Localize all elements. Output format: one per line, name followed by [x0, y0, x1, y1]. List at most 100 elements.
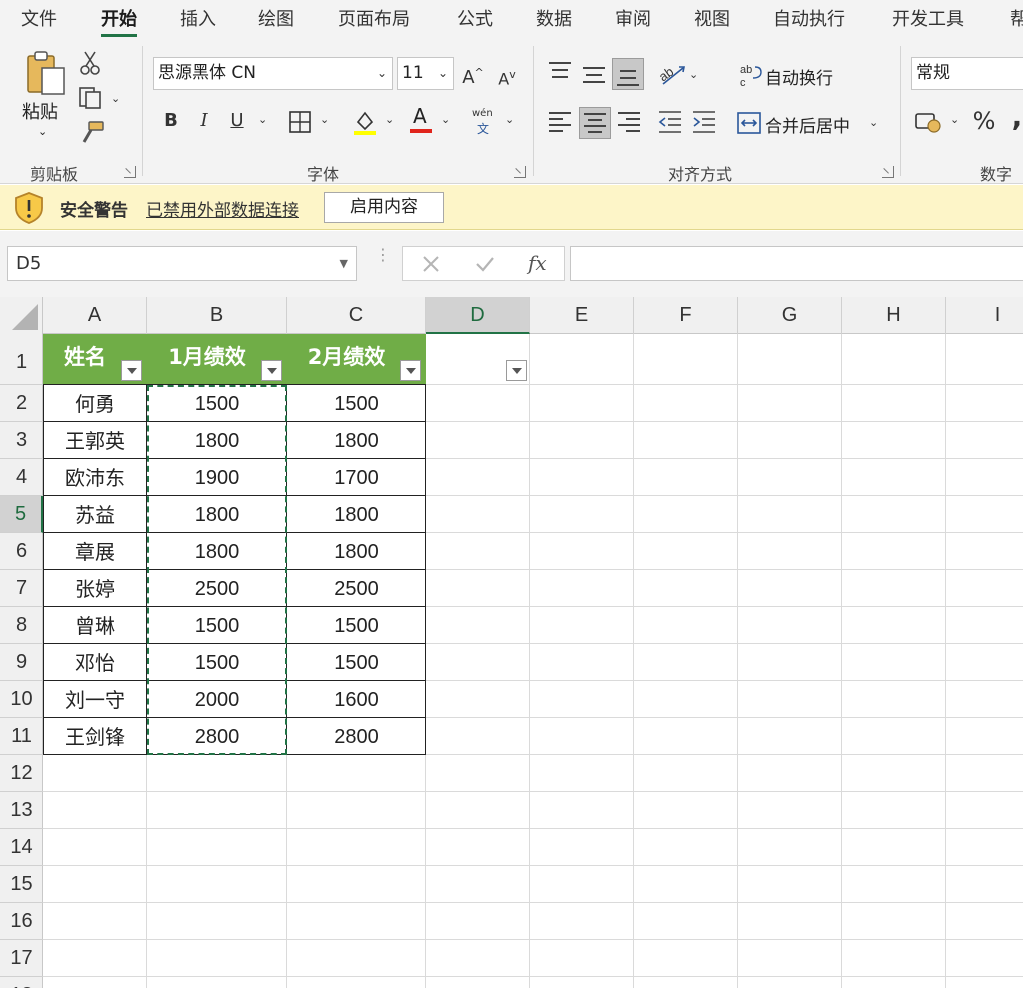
score-cell[interactable]: 2800 [287, 718, 426, 755]
fill-color-icon[interactable] [352, 108, 380, 136]
tab-view[interactable]: 视图 [694, 5, 730, 31]
accounting-format-icon[interactable] [914, 110, 942, 134]
decrease-font-size-icon[interactable]: Av [493, 60, 521, 94]
score-cell[interactable]: 1500 [147, 644, 287, 681]
tab-developer[interactable]: 开发工具 [892, 5, 964, 31]
column-header-e[interactable]: E [530, 297, 634, 334]
format-painter-icon[interactable] [79, 120, 105, 146]
dialog-launcher-icon[interactable] [124, 166, 136, 178]
dialog-launcher-icon[interactable] [514, 166, 526, 178]
paste-button[interactable]: 粘贴 ⌄ [18, 48, 70, 153]
formula-input[interactable] [570, 246, 1023, 281]
chevron-down-icon[interactable]: ⌄ [320, 113, 329, 126]
align-middle-icon[interactable] [583, 64, 607, 86]
font-name-select[interactable]: 思源黑体 CN ⌄ [153, 57, 393, 90]
tab-file[interactable]: 文件 [21, 5, 57, 31]
insert-function-icon[interactable]: fx [528, 251, 547, 275]
score-cell[interactable]: 1700 [287, 459, 426, 496]
tab-automate[interactable]: 自动执行 [773, 5, 845, 31]
name-box[interactable]: D5 ▼ [7, 246, 357, 281]
copy-icon[interactable] [78, 84, 104, 110]
increase-font-size-icon[interactable]: A^ [459, 58, 487, 93]
filter-dropdown-icon[interactable] [506, 360, 527, 381]
name-cell[interactable]: 王郭英 [43, 422, 147, 459]
score-cell[interactable]: 1600 [287, 681, 426, 718]
chevron-down-icon[interactable]: ⌄ [505, 113, 514, 126]
score-cell[interactable]: 1900 [147, 459, 287, 496]
number-format-select[interactable]: 常规 [911, 57, 1023, 90]
column-header-a[interactable]: A [43, 297, 147, 334]
cut-icon[interactable] [80, 50, 100, 76]
borders-icon[interactable] [288, 110, 312, 134]
align-top-icon[interactable] [549, 62, 573, 84]
score-cell[interactable]: 2500 [287, 570, 426, 607]
score-cell[interactable]: 1800 [147, 422, 287, 459]
cell-area[interactable]: 姓名 1月绩效 2月绩效 何勇 1500 1500 王郭英 1800 1800 欧沛东 1900 17… [43, 334, 1023, 988]
name-cell[interactable]: 章展 [43, 533, 147, 570]
chevron-down-icon[interactable]: ⌄ [441, 113, 450, 126]
italic-icon[interactable]: I [192, 106, 216, 136]
chevron-down-icon[interactable]: ⌄ [385, 113, 394, 126]
score-cell[interactable]: 2800 [147, 718, 287, 755]
tab-data[interactable]: 数据 [536, 5, 572, 31]
name-cell[interactable]: 苏益 [43, 496, 147, 533]
align-right-icon[interactable] [618, 112, 642, 134]
tab-page-layout[interactable]: 页面布局 [338, 5, 410, 31]
name-cell[interactable]: 王剑锋 [43, 718, 147, 755]
score-cell[interactable]: 2500 [147, 570, 287, 607]
tab-insert[interactable]: 插入 [180, 5, 216, 31]
row-header-9[interactable]: 9 [0, 644, 43, 681]
row-header-5[interactable]: 5 [0, 496, 43, 533]
decrease-indent-icon[interactable] [657, 110, 683, 134]
row-header-13[interactable]: 13 [0, 792, 43, 829]
cancel-icon[interactable] [422, 255, 440, 273]
row-header-8[interactable]: 8 [0, 607, 43, 644]
row-header-11[interactable]: 11 [0, 718, 43, 755]
column-header-c[interactable]: C [287, 297, 426, 334]
wrap-text-button[interactable]: ab c 自动换行 [739, 60, 879, 90]
chevron-down-icon[interactable]: ⌄ [258, 113, 267, 126]
row-header-10[interactable]: 10 [0, 681, 43, 718]
align-left-icon[interactable] [549, 112, 573, 134]
chevron-down-icon[interactable]: ⌄ [950, 113, 959, 126]
row-header-2[interactable]: 2 [0, 385, 43, 422]
name-cell[interactable]: 刘一守 [43, 681, 147, 718]
tab-home[interactable]: 开始 [101, 5, 137, 37]
score-cell[interactable]: 1500 [147, 607, 287, 644]
external-data-disabled-link[interactable]: 已禁用外部数据连接 [146, 196, 299, 221]
row-header-12[interactable]: 12 [0, 755, 43, 792]
enable-content-button[interactable]: 启用内容 [324, 192, 444, 223]
filter-dropdown-icon[interactable] [261, 360, 282, 381]
enter-check-icon[interactable] [475, 255, 495, 273]
tab-formulas[interactable]: 公式 [457, 5, 493, 31]
name-cell[interactable]: 何勇 [43, 385, 147, 422]
orientation-icon[interactable]: ab [657, 60, 687, 88]
score-cell[interactable]: 1800 [147, 533, 287, 570]
align-bottom-button[interactable] [612, 58, 644, 90]
bold-icon[interactable]: B [158, 106, 184, 136]
row-header-18[interactable]: 18 [0, 977, 43, 988]
column-header-b[interactable]: B [147, 297, 287, 334]
dialog-launcher-icon[interactable] [882, 166, 894, 178]
score-cell[interactable]: 1500 [147, 385, 287, 422]
name-cell[interactable]: 欧沛东 [43, 459, 147, 496]
row-header-14[interactable]: 14 [0, 829, 43, 866]
tab-help[interactable]: 帮 [1010, 5, 1023, 31]
score-cell[interactable]: 1500 [287, 385, 426, 422]
tab-review[interactable]: 审阅 [615, 5, 651, 31]
name-cell[interactable]: 曾琳 [43, 607, 147, 644]
row-header-4[interactable]: 4 [0, 459, 43, 496]
align-center-button[interactable] [579, 107, 611, 139]
font-size-select[interactable]: 11 ⌄ [397, 57, 454, 90]
name-cell[interactable]: 张婷 [43, 570, 147, 607]
score-cell[interactable]: 1800 [287, 533, 426, 570]
score-cell[interactable]: 1500 [287, 644, 426, 681]
spreadsheet-grid[interactable]: A B C D E F G H I 1 2 3 4 5 6 7 8 9 10 11 12 13 14 15 1… [0, 297, 1023, 988]
row-header-7[interactable]: 7 [0, 570, 43, 607]
column-header-i[interactable]: I [946, 297, 1023, 334]
font-color-icon[interactable]: A [410, 104, 432, 134]
row-header-1[interactable]: 1 [0, 334, 43, 385]
score-cell[interactable]: 1800 [287, 496, 426, 533]
chevron-down-icon[interactable]: ▼ [340, 247, 348, 280]
chevron-down-icon[interactable]: ⌄ [111, 92, 120, 105]
